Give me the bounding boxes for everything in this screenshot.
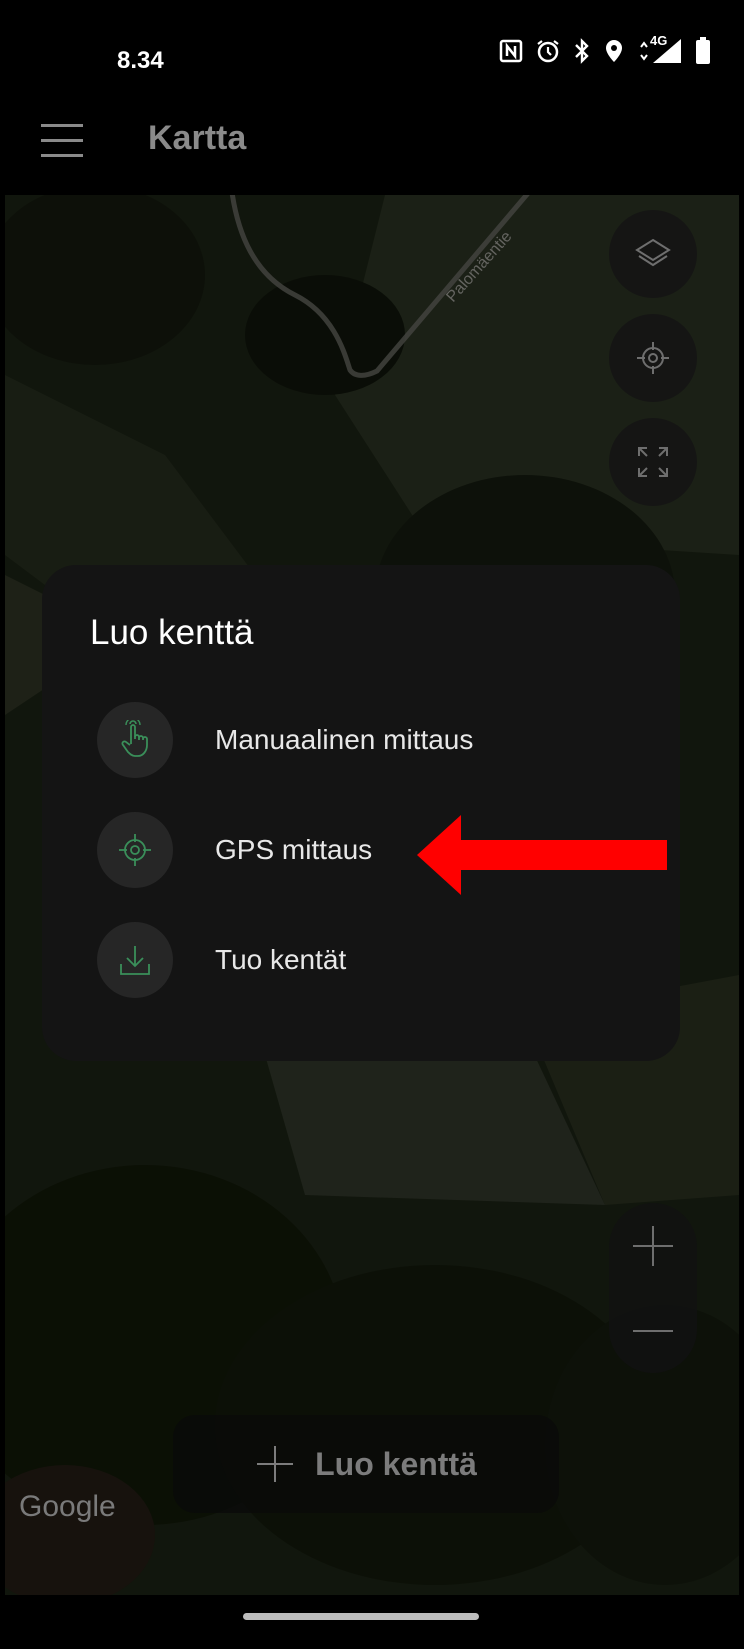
- option-label: Tuo kentät: [215, 944, 347, 975]
- location-icon: [606, 40, 622, 62]
- option-icon-circle: [97, 922, 173, 998]
- status-icons: 4G: [499, 33, 711, 65]
- signal-4g-icon: 4G: [637, 33, 683, 65]
- hamburger-menu-icon[interactable]: [41, 121, 85, 161]
- status-time: 8.34: [117, 47, 164, 74]
- option-icon-circle: [97, 702, 173, 778]
- create-field-label: Luo kenttä: [315, 1445, 477, 1482]
- option-import-fields[interactable]: Tuo kentät: [97, 920, 657, 1000]
- alarm-icon: [537, 40, 559, 63]
- my-location-button[interactable]: [609, 314, 697, 402]
- zoom-out-icon: [633, 1329, 673, 1332]
- network-type-label: 4G: [650, 33, 668, 48]
- fit-bounds-icon: [638, 447, 668, 477]
- dialog-title: Luo kenttä: [90, 613, 254, 652]
- fit-bounds-button[interactable]: [609, 418, 697, 506]
- zoom-out-button[interactable]: [609, 1288, 697, 1373]
- battery-icon: [696, 37, 710, 64]
- download-icon: [120, 946, 150, 975]
- google-attribution: Google: [19, 1490, 116, 1523]
- phone-screen: 8.34 4G Kartta Palomäentie Luo kenttä Go…: [5, 5, 739, 1644]
- create-field-dialog: Luo kenttä Manuaalinen mittaus GPS mitta…: [42, 565, 680, 1061]
- satellite-map[interactable]: Palomäentie Luo kenttä Google Luo kenttä…: [5, 195, 739, 1595]
- status-bar: 8.34 4G: [5, 5, 739, 95]
- zoom-in-icon: [633, 1225, 673, 1266]
- zoom-in-button[interactable]: [609, 1203, 697, 1288]
- option-label: Manuaalinen mittaus: [215, 724, 474, 755]
- layers-icon: [635, 238, 671, 267]
- option-manual-measurement[interactable]: Manuaalinen mittaus: [97, 700, 657, 780]
- red-arrow-annotation: [417, 815, 667, 895]
- bluetooth-icon: [575, 38, 589, 64]
- app-bar: Kartta: [5, 95, 739, 195]
- page-title: Kartta: [148, 119, 247, 157]
- zoom-control: [609, 1203, 697, 1373]
- option-icon-circle: [97, 812, 173, 888]
- gps-target-icon: [119, 834, 151, 866]
- nfc-icon: [499, 39, 523, 63]
- layers-button[interactable]: [609, 210, 697, 298]
- option-label: GPS mittaus: [215, 834, 373, 865]
- plus-icon: [257, 1446, 294, 1482]
- my-location-icon: [637, 342, 669, 374]
- touch-hand-icon: [121, 720, 148, 757]
- home-gesture-handle[interactable]: [243, 1613, 479, 1620]
- create-field-button[interactable]: Luo kenttä: [173, 1415, 559, 1513]
- system-nav-bar: [5, 1595, 739, 1644]
